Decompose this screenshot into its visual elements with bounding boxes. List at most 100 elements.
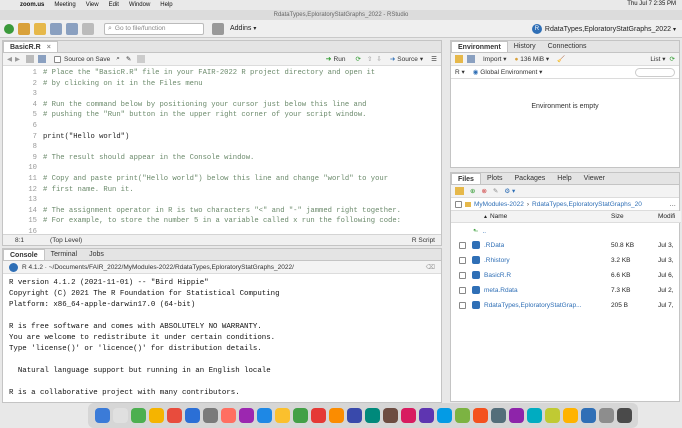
dock-app-icon[interactable] xyxy=(202,408,218,423)
file-row[interactable]: meta.Rdata 7.3 KB Jul 2, xyxy=(451,283,681,297)
save-icon[interactable] xyxy=(50,22,62,35)
more-gear-icon[interactable]: ⚙ ▾ xyxy=(504,187,515,195)
scope-indicator[interactable]: (Top Level) xyxy=(50,237,82,244)
dock-app-icon[interactable] xyxy=(382,408,398,423)
file-checkbox[interactable] xyxy=(459,286,466,294)
menu-edit[interactable]: Edit xyxy=(109,2,119,8)
file-row[interactable]: BasicR.R 6.6 KB Jul 6, xyxy=(451,268,681,282)
file-name[interactable]: .RData xyxy=(484,242,504,249)
menu-view[interactable]: View xyxy=(86,2,99,8)
code-line[interactable]: # The assignment operator in R is two ch… xyxy=(43,206,401,217)
file-checkbox[interactable] xyxy=(459,241,466,249)
open-icon[interactable] xyxy=(455,55,463,63)
save-icon[interactable] xyxy=(467,55,475,63)
dock-app-icon[interactable] xyxy=(274,408,290,423)
file-checkbox[interactable] xyxy=(459,271,466,279)
select-all-checkbox[interactable] xyxy=(455,200,462,208)
file-name[interactable]: BasicR.R xyxy=(484,272,511,279)
tab-terminal[interactable]: Terminal xyxy=(45,249,83,260)
dock-app-icon[interactable] xyxy=(310,408,326,423)
dock-app-icon[interactable] xyxy=(454,408,470,423)
dock-app-icon[interactable] xyxy=(526,408,542,423)
col-modified[interactable]: Modifi xyxy=(658,213,675,220)
code-line[interactable]: # by clicking on it in the Files menu xyxy=(43,79,203,90)
tab-files[interactable]: Files xyxy=(451,173,481,184)
tab-viewer[interactable]: Viewer xyxy=(578,173,611,184)
tab-console[interactable]: Console xyxy=(3,249,45,260)
env-select[interactable]: ◉ Global Environment ▾ xyxy=(473,68,543,76)
tab-jobs[interactable]: Jobs xyxy=(83,249,110,260)
file-row[interactable]: RdataTypes,EploratoryStatGrap... 205 B Jul… xyxy=(451,298,681,312)
dock-app-icon[interactable] xyxy=(256,408,272,423)
dock-app-icon[interactable] xyxy=(616,408,632,423)
code-editor[interactable]: 1 # Place the "BasicR.R" file in your FAI… xyxy=(3,66,441,234)
compile-report-icon[interactable] xyxy=(137,55,146,63)
dock-app-icon[interactable] xyxy=(508,408,524,423)
clear-console-icon[interactable]: ⌫ xyxy=(426,263,435,271)
dock-app-icon[interactable] xyxy=(580,408,596,423)
file-name[interactable]: .Rhistory xyxy=(484,257,510,264)
run-button[interactable]: ➜ Run xyxy=(326,55,346,64)
broom-icon[interactable]: 🧹 xyxy=(557,55,565,63)
col-size[interactable]: Size xyxy=(611,213,624,220)
down-arrow-icon[interactable]: ⇩ xyxy=(376,55,381,63)
import-dataset-button[interactable]: Import ▾ xyxy=(483,55,507,63)
file-name[interactable]: RdataTypes,EploratoryStatGrap... xyxy=(484,302,582,309)
search-icon[interactable]: ⌕ xyxy=(116,55,120,63)
dock-app-icon[interactable] xyxy=(94,408,110,423)
up-arrow-icon[interactable]: ⇧ xyxy=(367,55,372,63)
col-name[interactable]: Name xyxy=(490,213,507,220)
lang-select[interactable]: R ▾ xyxy=(455,68,465,76)
dock-app-icon[interactable] xyxy=(130,408,146,423)
menu-help[interactable]: Help xyxy=(160,2,172,8)
dock-app-icon[interactable] xyxy=(148,408,164,423)
dock-app-icon[interactable] xyxy=(184,408,200,423)
open-project-icon[interactable] xyxy=(18,22,30,35)
dock-app-icon[interactable] xyxy=(436,408,452,423)
dock-app-icon[interactable] xyxy=(346,408,362,423)
dock-app-icon[interactable] xyxy=(112,408,128,423)
memory-usage[interactable]: ● 136 MiB ▾ xyxy=(515,55,550,63)
tab-history[interactable]: History xyxy=(508,41,542,52)
menu-window[interactable]: Window xyxy=(129,2,150,8)
tab-plots[interactable]: Plots xyxy=(481,173,509,184)
file-row[interactable]: .Rhistory 3.2 KB Jul 3, xyxy=(451,253,681,267)
outline-icon[interactable]: ☰ xyxy=(431,55,437,63)
code-line[interactable]: # Place the "BasicR.R" file in your FAIR… xyxy=(43,68,375,79)
dock-app-icon[interactable] xyxy=(598,408,614,423)
file-checkbox[interactable] xyxy=(459,256,466,264)
rename-icon[interactable]: ✎ xyxy=(493,187,498,195)
source-button[interactable]: ➜ Source ▾ xyxy=(390,55,423,64)
save-all-icon[interactable] xyxy=(66,22,78,35)
dock-app-icon[interactable] xyxy=(292,408,308,423)
show-in-window-icon[interactable] xyxy=(26,55,34,63)
tab-packages[interactable]: Packages xyxy=(509,173,552,184)
grid-layout-icon[interactable] xyxy=(212,22,224,35)
dock-app-icon[interactable] xyxy=(238,408,254,423)
list-view-button[interactable]: List ▾ xyxy=(650,55,665,63)
delete-icon[interactable]: ⊗ xyxy=(481,187,486,195)
dock-app-icon[interactable] xyxy=(544,408,560,423)
dock-app-icon[interactable] xyxy=(220,408,236,423)
menu-meeting[interactable]: Meeting xyxy=(54,2,75,8)
dock-app-icon[interactable] xyxy=(400,408,416,423)
save-icon[interactable] xyxy=(38,55,46,63)
dock-app-icon[interactable] xyxy=(562,408,578,423)
dock-app-icon[interactable] xyxy=(328,408,344,423)
upload-icon[interactable]: ⊕ xyxy=(470,187,475,195)
more-icon[interactable]: … xyxy=(670,201,677,208)
file-type-indicator[interactable]: R Script xyxy=(412,237,435,244)
addins-button[interactable]: Addins ▾ xyxy=(230,25,256,32)
print-icon[interactable] xyxy=(82,22,94,35)
code-line[interactable]: # For example, to store the number 5 in … xyxy=(43,216,401,227)
console-path[interactable]: R 4.1.2 · ~/Documents/FAIR_2022/MyModule… xyxy=(22,264,294,271)
parent-dir-row[interactable]: ⬑ .. xyxy=(451,224,681,238)
dock-app-icon[interactable] xyxy=(364,408,380,423)
dock-app-icon[interactable] xyxy=(166,408,182,423)
code-line[interactable]: # pushing the "Run" button in the upper … xyxy=(43,110,367,121)
file-checkbox[interactable] xyxy=(459,301,466,309)
new-folder-icon[interactable] xyxy=(455,187,464,195)
code-line[interactable]: print("Hello world") xyxy=(43,132,129,143)
dock-app-icon[interactable] xyxy=(472,408,488,423)
project-menu-button[interactable]: R RdataTypes,EploratoryStatGraphs_2022 ▾ xyxy=(531,22,676,36)
